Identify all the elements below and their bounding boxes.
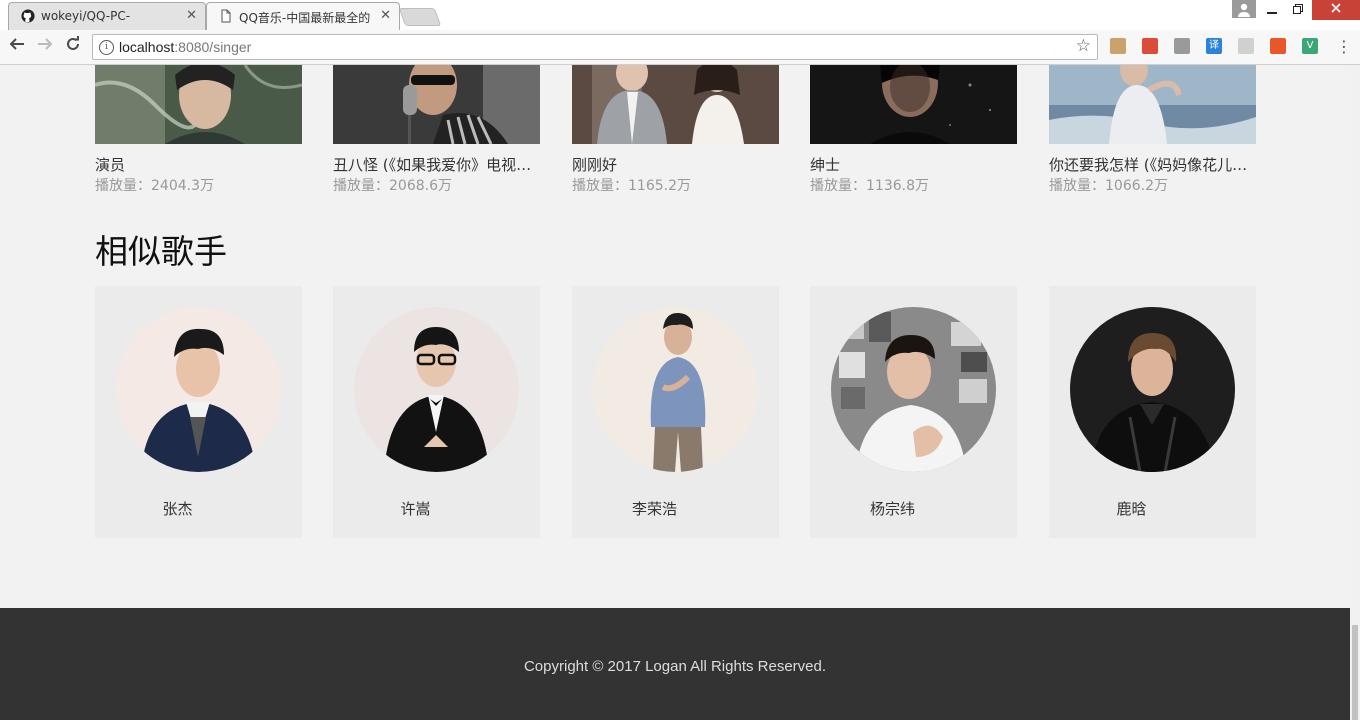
block-ext-icon[interactable] bbox=[1174, 38, 1190, 54]
restore-button[interactable] bbox=[1284, 0, 1312, 20]
tab-close-icon[interactable]: ✕ bbox=[186, 8, 197, 23]
song-cover-image[interactable] bbox=[95, 65, 302, 144]
page-viewport: 演员 播放量：2404.3万 丑八怪 (《如果我爱你》电视剧插曲) 播放量：20… bbox=[0, 65, 1350, 720]
back-button[interactable] bbox=[6, 36, 28, 58]
vue-devtools-icon[interactable]: V bbox=[1302, 38, 1318, 54]
minimize-icon bbox=[1267, 12, 1277, 14]
singer-name[interactable]: 鹿晗 bbox=[1049, 498, 1214, 519]
song-name[interactable]: 刚刚好 bbox=[572, 154, 779, 175]
song-name[interactable]: 绅士 bbox=[810, 154, 1017, 175]
tab-title: QQ音乐-中国最新最全的 bbox=[239, 11, 371, 25]
page-footer: Copyright © 2017 Logan All Rights Reserv… bbox=[0, 608, 1350, 720]
tab-close-icon[interactable]: ✕ bbox=[380, 8, 391, 23]
tab-title: wokeyi/QQ-PC- bbox=[41, 9, 131, 23]
singer-card[interactable]: 许嵩 bbox=[333, 286, 540, 538]
song-cover-image[interactable] bbox=[572, 65, 779, 144]
song-name[interactable]: 你还要我怎样 (《妈妈像花儿一样》电视剧插曲) bbox=[1049, 154, 1256, 175]
song-play-count: 播放量：1136.8万 bbox=[810, 178, 929, 194]
singer-card[interactable]: 杨宗纬 bbox=[810, 286, 1017, 538]
vertical-scrollbar[interactable] bbox=[1350, 65, 1360, 720]
arrow-right-icon bbox=[38, 38, 53, 50]
address-bar[interactable]: i localhost:8080/singer ☆ bbox=[92, 34, 1098, 60]
singer-name[interactable]: 杨宗纬 bbox=[810, 498, 975, 519]
document-icon bbox=[221, 9, 231, 23]
song-play-count: 播放量：2068.6万 bbox=[333, 178, 452, 194]
tab-qq-music[interactable]: QQ音乐-中国最新最全的 ✕ bbox=[206, 2, 400, 30]
url-path: :8080/singer bbox=[174, 39, 252, 55]
singer-name[interactable]: 李荣浩 bbox=[572, 498, 737, 519]
forward-button[interactable] bbox=[34, 36, 56, 58]
singer-avatar[interactable] bbox=[593, 307, 758, 472]
info-icon[interactable]: i bbox=[99, 40, 114, 55]
browser-tabbar: wokeyi/QQ-PC- ✕ QQ音乐-中国最新最全的 ✕ bbox=[0, 0, 1360, 30]
restore-icon bbox=[1293, 4, 1303, 14]
browser-toolbar: i localhost:8080/singer ☆ 译 V ⋮ bbox=[0, 30, 1360, 65]
song-cover-image[interactable] bbox=[810, 65, 1017, 144]
bookmark-star-icon[interactable]: ☆ bbox=[1076, 36, 1091, 56]
close-icon bbox=[1331, 3, 1341, 13]
scrollbar-thumb[interactable] bbox=[1352, 625, 1358, 720]
singer-card[interactable]: 张杰 bbox=[95, 286, 302, 538]
singer-avatar[interactable] bbox=[1070, 307, 1235, 472]
song-play-count: 播放量：1165.2万 bbox=[572, 178, 691, 194]
feather-ext-icon[interactable] bbox=[1238, 38, 1254, 54]
song-play-count: 播放量：2404.3万 bbox=[95, 178, 214, 194]
bookmark-ext-icon[interactable] bbox=[1110, 38, 1126, 54]
tool-ext-icon[interactable] bbox=[1270, 38, 1286, 54]
minimize-button[interactable] bbox=[1258, 0, 1286, 20]
song-name[interactable]: 演员 bbox=[95, 154, 302, 175]
song-cover-image[interactable] bbox=[333, 65, 540, 144]
song-cover-image[interactable] bbox=[1049, 65, 1256, 144]
song-play-count: 播放量：1066.2万 bbox=[1049, 178, 1168, 194]
copyright-text: Copyright © 2017 Logan All Rights Reserv… bbox=[523, 658, 827, 675]
window-close-button[interactable] bbox=[1312, 0, 1360, 20]
reload-icon bbox=[67, 36, 79, 50]
arrow-left-icon bbox=[9, 38, 24, 50]
new-tab-button[interactable] bbox=[398, 8, 442, 26]
song-name[interactable]: 丑八怪 (《如果我爱你》电视剧插曲) bbox=[333, 154, 540, 175]
singer-name[interactable]: 许嵩 bbox=[333, 498, 498, 519]
github-icon bbox=[21, 9, 35, 23]
url-host: localhost bbox=[119, 39, 175, 55]
url-text[interactable]: localhost:8080/singer bbox=[119, 39, 251, 55]
menu-dots-icon[interactable]: ⋮ bbox=[1336, 37, 1352, 56]
singer-name[interactable]: 张杰 bbox=[95, 498, 260, 519]
singer-card[interactable]: 李荣浩 bbox=[572, 286, 779, 538]
singer-avatar[interactable] bbox=[831, 307, 996, 472]
tab-github[interactable]: wokeyi/QQ-PC- ✕ bbox=[8, 2, 206, 30]
singer-avatar[interactable] bbox=[354, 307, 519, 472]
singer-card[interactable]: 鹿晗 bbox=[1049, 286, 1256, 538]
similar-singers-title: 相似歌手 bbox=[95, 232, 227, 271]
translate-ext-icon[interactable]: 译 bbox=[1206, 38, 1222, 54]
singer-avatar[interactable] bbox=[116, 307, 281, 472]
user-profile-icon[interactable] bbox=[1232, 0, 1256, 18]
reload-button[interactable] bbox=[62, 36, 84, 58]
chrome-ext-icon[interactable] bbox=[1142, 38, 1158, 54]
